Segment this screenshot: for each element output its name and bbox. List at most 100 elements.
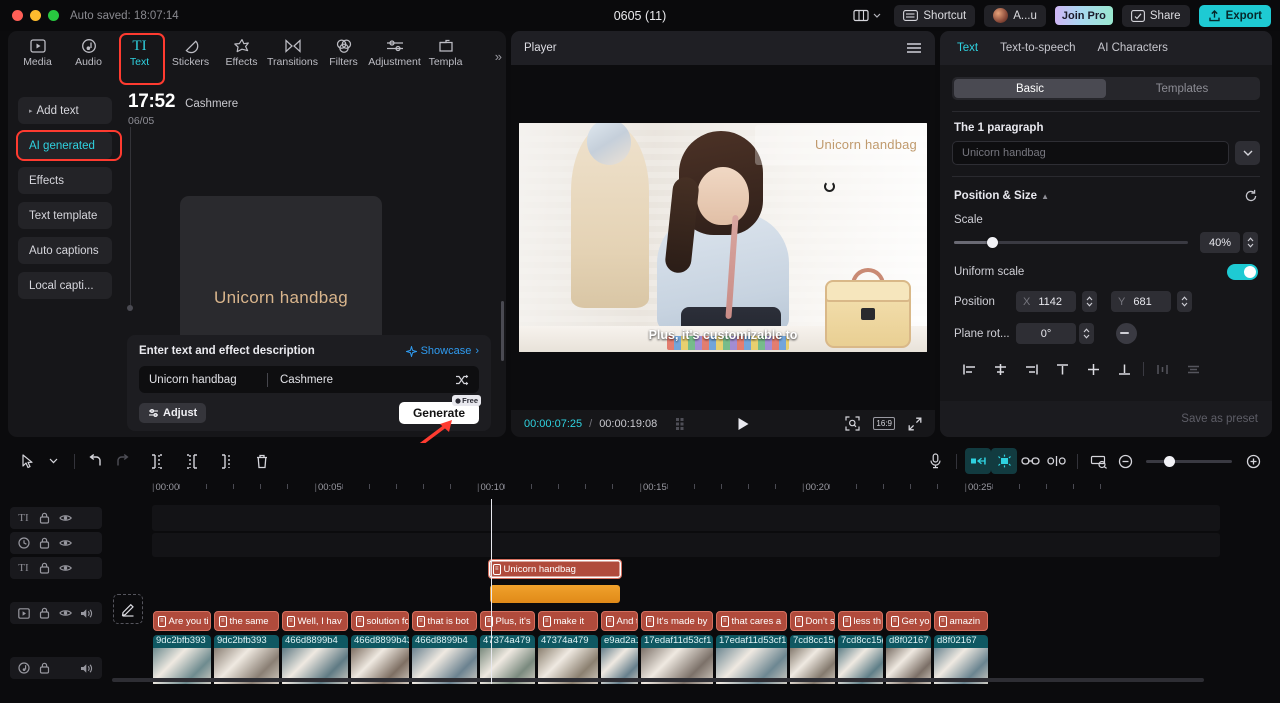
tab-text[interactable]: Text: [957, 42, 978, 54]
chevron-up-icon[interactable]: ▲: [1041, 192, 1049, 201]
nav-item-audio[interactable]: Audio: [63, 36, 114, 68]
clip-lanes[interactable]: ≡Unicorn handbag≡Are you ti≡the same≡Wel…: [112, 499, 1280, 684]
prompt-style-input[interactable]: Cashmere: [280, 374, 455, 386]
split-button[interactable]: [179, 448, 205, 474]
tab-ai-characters[interactable]: AI Characters: [1098, 42, 1168, 54]
lock-icon[interactable]: [35, 604, 54, 623]
video-clip[interactable]: 466d8899b4: [282, 635, 348, 684]
video-clip[interactable]: d8f02167: [934, 635, 988, 684]
prompt-text-input[interactable]: Unicorn handbag: [149, 374, 267, 386]
text-clip[interactable]: ≡Well, I hav: [282, 611, 348, 631]
empty-effects-lane[interactable]: [152, 533, 1220, 557]
nav-item-stickers[interactable]: Stickers: [165, 36, 216, 68]
select-dropdown-button[interactable]: [40, 448, 66, 474]
align-bottom-button[interactable]: [1109, 357, 1140, 381]
align-right-button[interactable]: [1016, 357, 1047, 381]
unlink-button[interactable]: [1043, 448, 1069, 474]
prompt-input-row[interactable]: Unicorn handbag Cashmere: [139, 366, 479, 393]
text-clip[interactable]: ≡It's made by: [641, 611, 713, 631]
segment-templates[interactable]: Templates: [1106, 79, 1258, 98]
eye-icon[interactable]: [56, 534, 75, 553]
sidebar-item-effects[interactable]: Effects: [18, 167, 112, 194]
scale-slider-knob[interactable]: [987, 237, 998, 248]
video-clip[interactable]: 9dc2bfb393: [153, 635, 211, 684]
nav-item-effects[interactable]: Effects: [216, 36, 267, 68]
shuffle-button[interactable]: [455, 374, 469, 386]
video-clip[interactable]: 47374a479: [538, 635, 598, 684]
account-button[interactable]: A...u: [984, 5, 1046, 27]
animation-strip[interactable]: [490, 585, 620, 603]
position-y-stepper[interactable]: [1177, 291, 1192, 312]
lock-icon[interactable]: [35, 659, 54, 678]
zoom-in-button[interactable]: [1240, 448, 1266, 474]
lock-icon[interactable]: [35, 559, 54, 578]
empty-text-lane-1[interactable]: [152, 505, 1220, 531]
nav-item-filters[interactable]: Filters: [318, 36, 369, 68]
rotation-dial[interactable]: [1116, 323, 1137, 344]
text-clip[interactable]: ≡make it: [538, 611, 598, 631]
text-clip[interactable]: ≡less th: [838, 611, 883, 631]
speaker-icon[interactable]: [77, 604, 96, 623]
shortcut-button[interactable]: Shortcut: [894, 5, 975, 27]
split-left-button[interactable]: [144, 448, 170, 474]
paragraph-dropdown-button[interactable]: [1235, 141, 1260, 165]
segment-basic[interactable]: Basic: [954, 79, 1106, 98]
text-clip[interactable]: ≡the same: [214, 611, 279, 631]
player-menu-button[interactable]: [906, 42, 922, 54]
nav-item-text[interactable]: TI Text: [114, 36, 165, 68]
uniform-scale-toggle[interactable]: [1227, 264, 1258, 280]
panel-scrollbar[interactable]: [501, 301, 504, 361]
lock-icon[interactable]: [35, 509, 54, 528]
text-clip[interactable]: ≡And t: [601, 611, 638, 631]
close-window-button[interactable]: [12, 10, 23, 21]
distribute-v-button[interactable]: [1178, 357, 1209, 381]
fullscreen-button[interactable]: [908, 417, 922, 431]
reset-button[interactable]: [1244, 189, 1258, 203]
select-tool-button[interactable]: [14, 448, 40, 474]
plane-rotation-stepper[interactable]: [1079, 323, 1094, 344]
share-button[interactable]: Share: [1122, 5, 1190, 27]
video-clip[interactable]: 466d8899b43: [351, 635, 409, 684]
align-left-button[interactable]: [954, 357, 985, 381]
video-clip[interactable]: e9ad2a1: [601, 635, 638, 684]
nav-item-transitions[interactable]: Transitions: [267, 36, 318, 68]
playhead[interactable]: [491, 499, 492, 684]
distribute-h-button[interactable]: [1147, 357, 1178, 381]
video-clip[interactable]: 9dc2bfb393: [214, 635, 279, 684]
redo-button[interactable]: [109, 448, 135, 474]
text-clip[interactable]: ≡solution fo: [351, 611, 409, 631]
split-right-button[interactable]: [214, 448, 240, 474]
text-clip[interactable]: ≡Get yo: [886, 611, 931, 631]
selected-text-clip[interactable]: ≡Unicorn handbag: [488, 559, 622, 579]
timeline-horizontal-scrollbar[interactable]: [112, 678, 1204, 682]
showcase-link[interactable]: Showcase ›: [406, 345, 479, 357]
snap-left-button[interactable]: [965, 448, 991, 474]
text-clip[interactable]: ≡Don't s: [790, 611, 835, 631]
delete-button[interactable]: [249, 448, 275, 474]
scale-value[interactable]: 40%: [1200, 232, 1240, 253]
sidebar-item-auto-captions[interactable]: Auto captions: [18, 237, 112, 264]
text-clip[interactable]: ≡that cares a: [716, 611, 787, 631]
eye-icon[interactable]: [56, 509, 75, 528]
save-as-preset-button[interactable]: Save as preset: [1181, 413, 1258, 425]
adjust-button[interactable]: Adjust: [139, 403, 206, 423]
record-voiceover-button[interactable]: [922, 448, 948, 474]
lock-icon[interactable]: [35, 534, 54, 553]
plane-rotation-input[interactable]: 0°: [1016, 323, 1076, 344]
text-clip[interactable]: ≡Plus, it's: [480, 611, 535, 631]
rotate-handle-icon[interactable]: [824, 181, 835, 192]
layout-switch-button[interactable]: [849, 9, 885, 22]
magnet-button[interactable]: [991, 448, 1017, 474]
tab-text-to-speech[interactable]: Text-to-speech: [1000, 42, 1075, 54]
zoom-fit-button[interactable]: [845, 416, 860, 431]
text-overlay-title[interactable]: Unicorn handbag: [815, 137, 917, 152]
window-controls[interactable]: Auto saved: 18:07:14: [0, 10, 179, 22]
scale-slider[interactable]: [954, 241, 1188, 244]
timeline-ruler[interactable]: |00:00|00:05|00:10|00:15|00:20|00:25: [112, 479, 1280, 499]
undo-button[interactable]: [83, 448, 109, 474]
nav-item-template[interactable]: Templa: [420, 36, 471, 68]
sidebar-item-local-captions[interactable]: Local capti...: [18, 272, 112, 299]
eye-icon[interactable]: [56, 559, 75, 578]
nav-more-button[interactable]: »: [495, 49, 502, 64]
join-pro-button[interactable]: Join Pro: [1055, 6, 1113, 25]
